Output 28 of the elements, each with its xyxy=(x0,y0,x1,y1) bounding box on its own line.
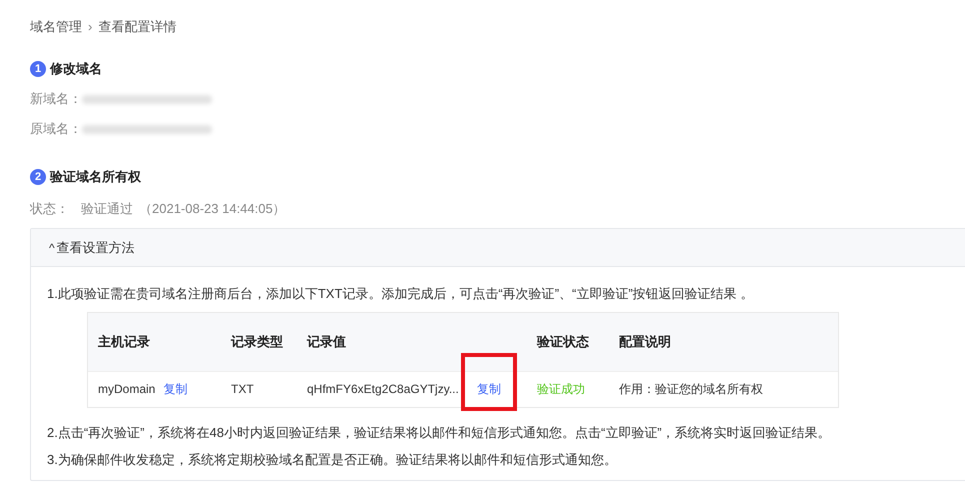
section-title: 验证域名所有权 xyxy=(50,168,141,186)
instruction-text: 3.为确保邮件收发稳定，系统将定期校验域名配置是否正确。验证结果将以邮件和短信形式通知您。 xyxy=(47,451,617,469)
status-time: （2021-08-23 14:44:05） xyxy=(139,200,286,218)
column-header: 记录类型 xyxy=(231,332,284,351)
field-label: 新域名： xyxy=(30,90,82,108)
column-header: 记录值 xyxy=(307,332,347,351)
step-number-badge: 2 xyxy=(30,169,46,185)
step-number-badge: 1 xyxy=(30,61,46,77)
column-header: 主机记录 xyxy=(98,332,151,351)
breadcrumb-separator: › xyxy=(88,18,92,36)
table-cell-text: myDomain xyxy=(98,381,156,398)
field-label: 原域名： xyxy=(30,120,82,138)
column-header: 配置说明 xyxy=(619,332,671,351)
breadcrumb-link[interactable]: 域名管理 xyxy=(30,17,82,37)
section-title: 修改域名 xyxy=(50,60,102,78)
status-value: 验证通过 xyxy=(81,200,133,218)
table-cell-text: TXT xyxy=(231,381,255,398)
table-cell-text: 作用：验证您的域名所有权 xyxy=(619,381,763,398)
breadcrumb-current: 查看配置详情 xyxy=(98,18,176,36)
instruction-text: 2.点击“再次验证”，系统将在48小时内返回验证结果，验证结果将以邮件和短信形式通知您。点击“立即验证”，系统将实时返回验证结果。 xyxy=(47,424,831,442)
status-label: 状态： xyxy=(30,200,69,218)
panel-header[interactable]: ^查看设置方法 xyxy=(31,229,965,267)
column-header: 验证状态 xyxy=(537,332,590,351)
table-cell-text: qHfmFY6xEtg2C8aGYTjzy... xyxy=(307,381,459,398)
table-cell-text: 验证成功 xyxy=(537,381,586,398)
copy-link[interactable]: 复制 xyxy=(163,380,188,398)
instruction-text: 1.此项验证需在贵司域名注册商后台，添加以下TXT记录。添加完成后，可点击“再次验证”、“立即验证”按钮返回验证结果 。 xyxy=(47,285,754,303)
copy-link[interactable]: 复制 xyxy=(470,380,507,398)
